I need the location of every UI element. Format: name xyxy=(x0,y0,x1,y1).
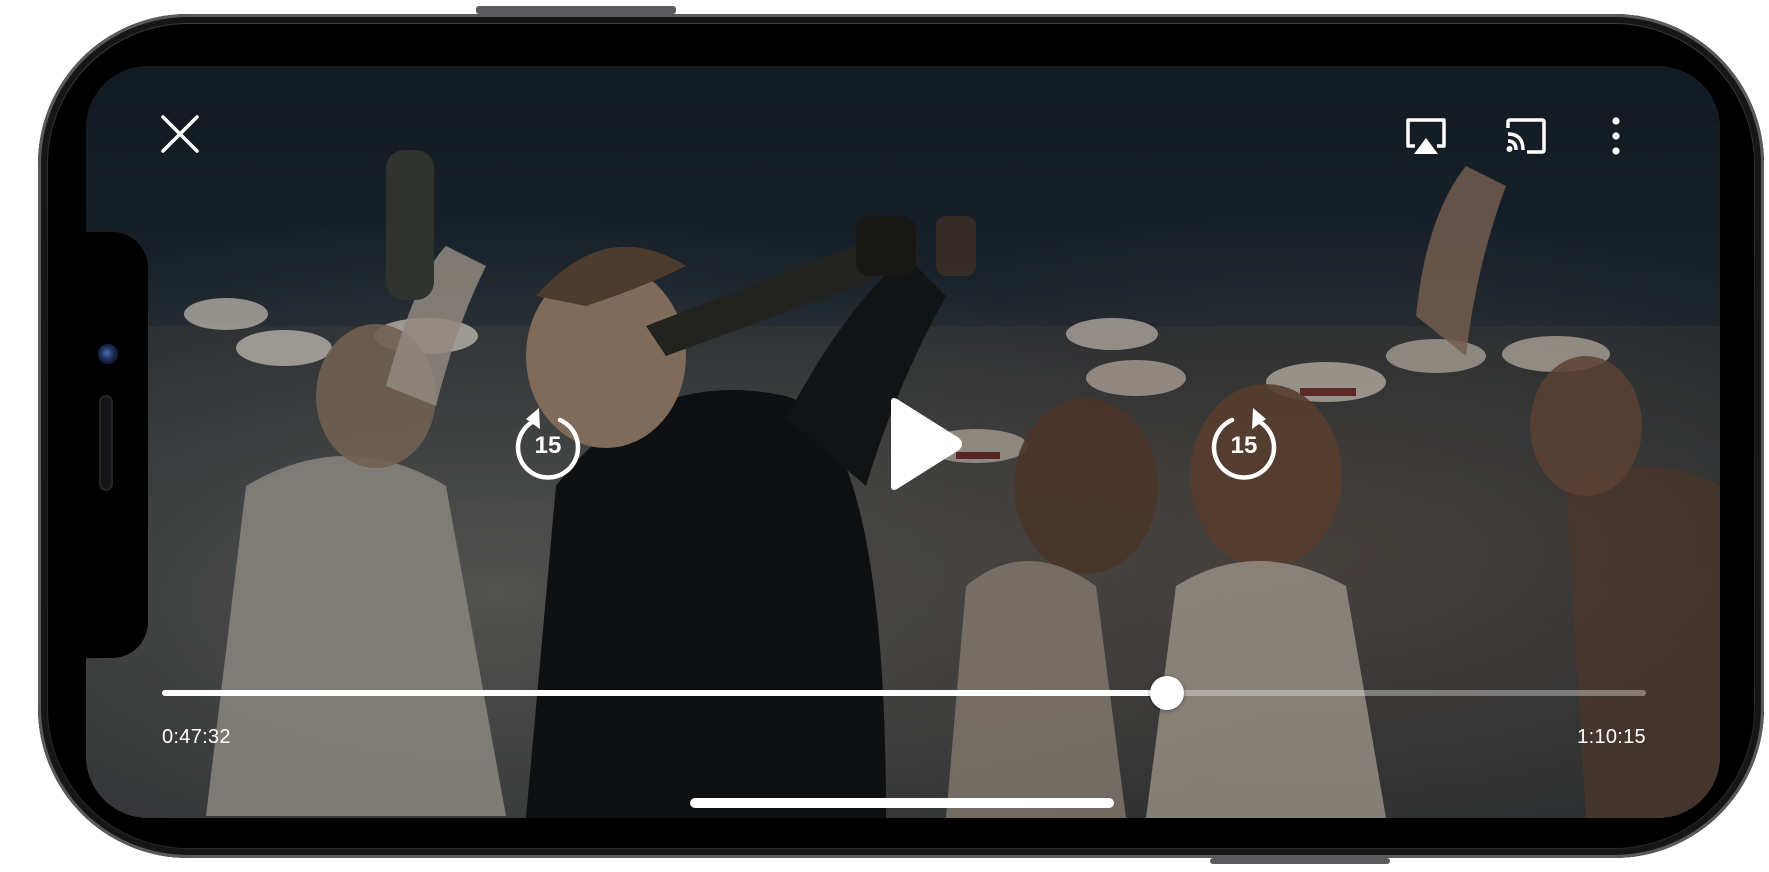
close-button[interactable] xyxy=(148,102,212,166)
volume-button xyxy=(476,6,676,14)
skip-back-seconds: 15 xyxy=(534,432,562,459)
more-vertical-icon xyxy=(1612,117,1620,155)
play-button[interactable] xyxy=(866,388,978,500)
side-button xyxy=(1210,858,1390,864)
progress-fill xyxy=(162,690,1167,696)
earpiece-speaker xyxy=(99,395,113,491)
play-icon xyxy=(891,398,962,490)
more-options-button[interactable] xyxy=(1594,106,1638,166)
progress-thumb[interactable] xyxy=(1149,676,1184,710)
elapsed-time: 0:47:32 xyxy=(162,726,231,748)
home-indicator[interactable] xyxy=(690,798,1114,808)
notch xyxy=(48,232,148,658)
airplay-button[interactable] xyxy=(1394,106,1458,166)
skip-forward-seconds: 15 xyxy=(1230,432,1258,459)
skip-forward-button[interactable]: 15 xyxy=(1202,402,1286,486)
airplay-icon xyxy=(1406,118,1446,154)
front-camera xyxy=(98,344,118,364)
close-icon xyxy=(161,115,199,153)
skip-back-button[interactable]: 15 xyxy=(506,402,590,486)
cast-icon xyxy=(1506,118,1546,154)
total-time: 1:10:15 xyxy=(1577,726,1646,748)
video-player-screen[interactable]: 15 15 0:47:32 1:10:15 xyxy=(86,66,1720,818)
progress-scrubber[interactable] xyxy=(162,676,1646,710)
cast-button[interactable] xyxy=(1494,106,1558,166)
